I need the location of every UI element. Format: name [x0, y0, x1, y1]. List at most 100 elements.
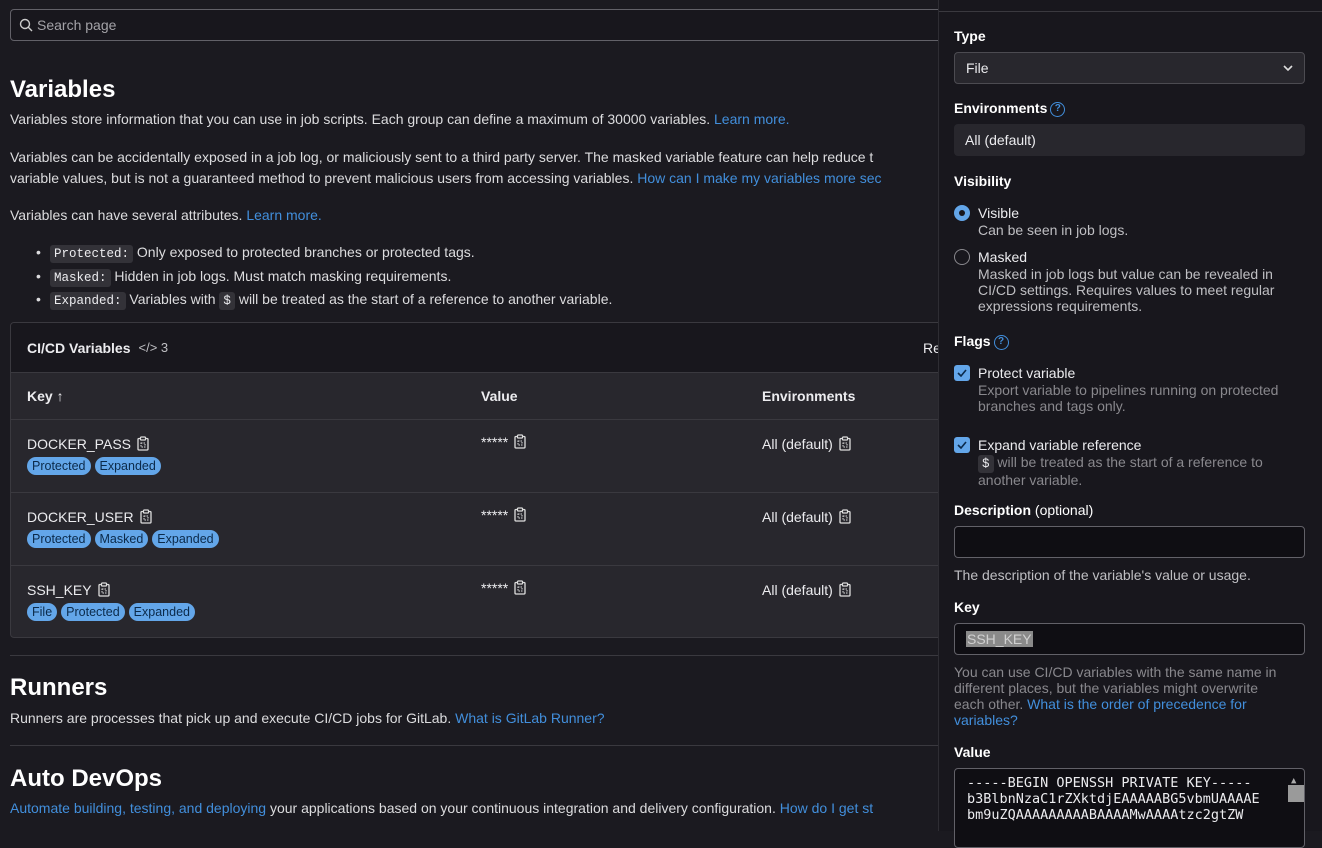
- badge-masked: Masked: [94, 530, 149, 548]
- edit-variable-drawer: Type File Environments? All (default) Vi…: [938, 0, 1322, 848]
- value-textarea[interactable]: -----BEGIN OPENSSH PRIVATE KEY----- b3Blb…: [954, 768, 1305, 848]
- badge-file: File: [27, 603, 58, 621]
- search-placeholder: Search page: [37, 17, 117, 33]
- check-icon: [957, 441, 967, 449]
- variable-key: DOCKER_PASS: [27, 436, 149, 454]
- divider: [10, 745, 938, 746]
- code-icon: </>: [138, 340, 158, 355]
- copy-icon[interactable]: [514, 580, 526, 598]
- variable-value: *****: [481, 507, 526, 525]
- table-row: DOCKER_PASS Protected Expanded ***** All …: [11, 420, 938, 493]
- variable-env: All (default): [762, 582, 851, 600]
- attribute-protected: Protected: Only exposed to protected bra…: [36, 242, 612, 266]
- variables-intro: Variables store information that you can…: [10, 111, 790, 127]
- help-icon[interactable]: ?: [1050, 101, 1066, 117]
- visibility-label: Visibility: [954, 173, 1012, 189]
- attribute-expanded: Expanded: Variables with $ will be treat…: [36, 289, 612, 313]
- column-environments: Environments: [762, 388, 856, 404]
- environments-label: Environments?: [954, 100, 1066, 117]
- copy-icon[interactable]: [137, 436, 149, 454]
- attributes-list: Protected: Only exposed to protected bra…: [36, 242, 612, 313]
- visibility-visible-option[interactable]: Visible Can be seen in job logs.: [954, 204, 1128, 238]
- badges: Protected Masked Expanded: [27, 530, 219, 548]
- autodevops-text: Automate building, testing, and deployin…: [10, 800, 874, 816]
- divider: [10, 655, 938, 656]
- description-help: The description of the variable's value …: [954, 567, 1251, 583]
- badge-protected: Protected: [27, 530, 91, 548]
- textarea-scrollbar[interactable]: ▲: [1287, 769, 1304, 847]
- description-label: Description (optional): [954, 502, 1094, 518]
- variable-key: DOCKER_USER: [27, 509, 152, 527]
- type-select[interactable]: File: [954, 52, 1305, 84]
- badge-expanded: Expanded: [94, 457, 161, 475]
- masked-radio[interactable]: [954, 249, 970, 265]
- badge-expanded: Expanded: [152, 530, 219, 548]
- variable-value: *****: [481, 434, 526, 452]
- chevron-down-icon: [1283, 65, 1293, 72]
- precedence-link[interactable]: What is the order of precedence for: [1027, 696, 1246, 712]
- copy-icon[interactable]: [839, 582, 851, 600]
- precedence-link-cont[interactable]: variables?: [954, 712, 1018, 728]
- type-label: Type: [954, 28, 986, 44]
- attribute-masked: Masked: Hidden in job logs. Must match m…: [36, 266, 612, 290]
- badge-protected: Protected: [27, 457, 91, 475]
- reveal-values-button[interactable]: Re: [923, 340, 938, 356]
- key-input[interactable]: SSH_KEY: [954, 623, 1305, 655]
- search-input[interactable]: Search page: [10, 9, 938, 41]
- visibility-masked-option[interactable]: Masked Masked in job logs but value can b…: [954, 248, 1274, 314]
- variable-key: SSH_KEY: [27, 582, 110, 600]
- search-icon: [19, 18, 33, 32]
- description-input[interactable]: [954, 526, 1305, 558]
- badges: Protected Expanded: [27, 457, 161, 475]
- copy-icon[interactable]: [514, 434, 526, 452]
- get-started-link[interactable]: How do I get st: [780, 800, 873, 816]
- expand-variable-option[interactable]: Expand variable reference $ will be treat…: [954, 436, 1263, 488]
- value-label: Value: [954, 744, 991, 760]
- warning-line-1: Variables can be accidentally exposed in…: [10, 149, 874, 165]
- badge-expanded: Expanded: [128, 603, 195, 621]
- copy-icon[interactable]: [514, 507, 526, 525]
- card-title: CI/CD Variables: [27, 339, 131, 356]
- key-help: You can use CI/CD variables with the sam…: [954, 664, 1277, 728]
- column-value: Value: [481, 388, 518, 404]
- gitlab-runner-link[interactable]: What is GitLab Runner?: [455, 710, 604, 726]
- card-header: CI/CD Variables </> 3 Re: [11, 323, 938, 373]
- attributes-text: Variables can have several attributes. L…: [10, 207, 322, 223]
- drawer-divider: [939, 11, 1322, 12]
- copy-icon[interactable]: [839, 436, 851, 454]
- table-header: Key ↑ Value Environments: [11, 373, 938, 420]
- copy-icon[interactable]: [839, 509, 851, 527]
- secure-variables-link[interactable]: How can I make my variables more sec: [637, 170, 881, 186]
- runners-text: Runners are processes that pick up and e…: [10, 710, 605, 726]
- sort-arrow-up-icon: ↑: [56, 388, 64, 404]
- key-label: Key: [954, 599, 980, 615]
- learn-more-link[interactable]: Learn more.: [714, 111, 789, 127]
- runners-title: Runners: [10, 674, 108, 701]
- copy-icon[interactable]: [139, 509, 152, 527]
- environments-field: All (default): [954, 124, 1305, 156]
- autodevops-title: Auto DevOps: [10, 765, 163, 792]
- autodevops-link[interactable]: Automate building, testing, and deployin…: [10, 800, 266, 816]
- expand-checkbox[interactable]: [954, 437, 970, 453]
- variables-title: Variables: [10, 76, 116, 103]
- copy-icon[interactable]: [97, 582, 110, 600]
- visible-radio[interactable]: [954, 205, 970, 221]
- attributes-learn-more-link[interactable]: Learn more.: [246, 207, 321, 223]
- variable-env: All (default): [762, 509, 851, 527]
- warning-line-2: variable values, but is not a guaranteed…: [10, 170, 882, 186]
- flags-label: Flags?: [954, 333, 1009, 350]
- badges: File Protected Expanded: [27, 603, 195, 621]
- main-content: Search page Variables Variables store in…: [0, 0, 938, 831]
- table-row: DOCKER_USER Protected Masked Expanded ****…: [11, 493, 938, 566]
- table-row: SSH_KEY File Protected Expanded ***** All …: [11, 566, 938, 637]
- badge-protected: Protected: [61, 603, 125, 621]
- protect-variable-option[interactable]: Protect variable Export variable to pipel…: [954, 364, 1278, 414]
- variable-count: </> 3: [138, 340, 169, 355]
- cicd-variables-card: CI/CD Variables </> 3 Re Key ↑ Value Env…: [10, 322, 938, 638]
- check-icon: [957, 369, 967, 377]
- protect-checkbox[interactable]: [954, 365, 970, 381]
- help-icon[interactable]: ?: [993, 334, 1009, 350]
- variable-value: *****: [481, 580, 526, 598]
- variable-env: All (default): [762, 436, 851, 454]
- column-key[interactable]: Key ↑: [27, 388, 64, 404]
